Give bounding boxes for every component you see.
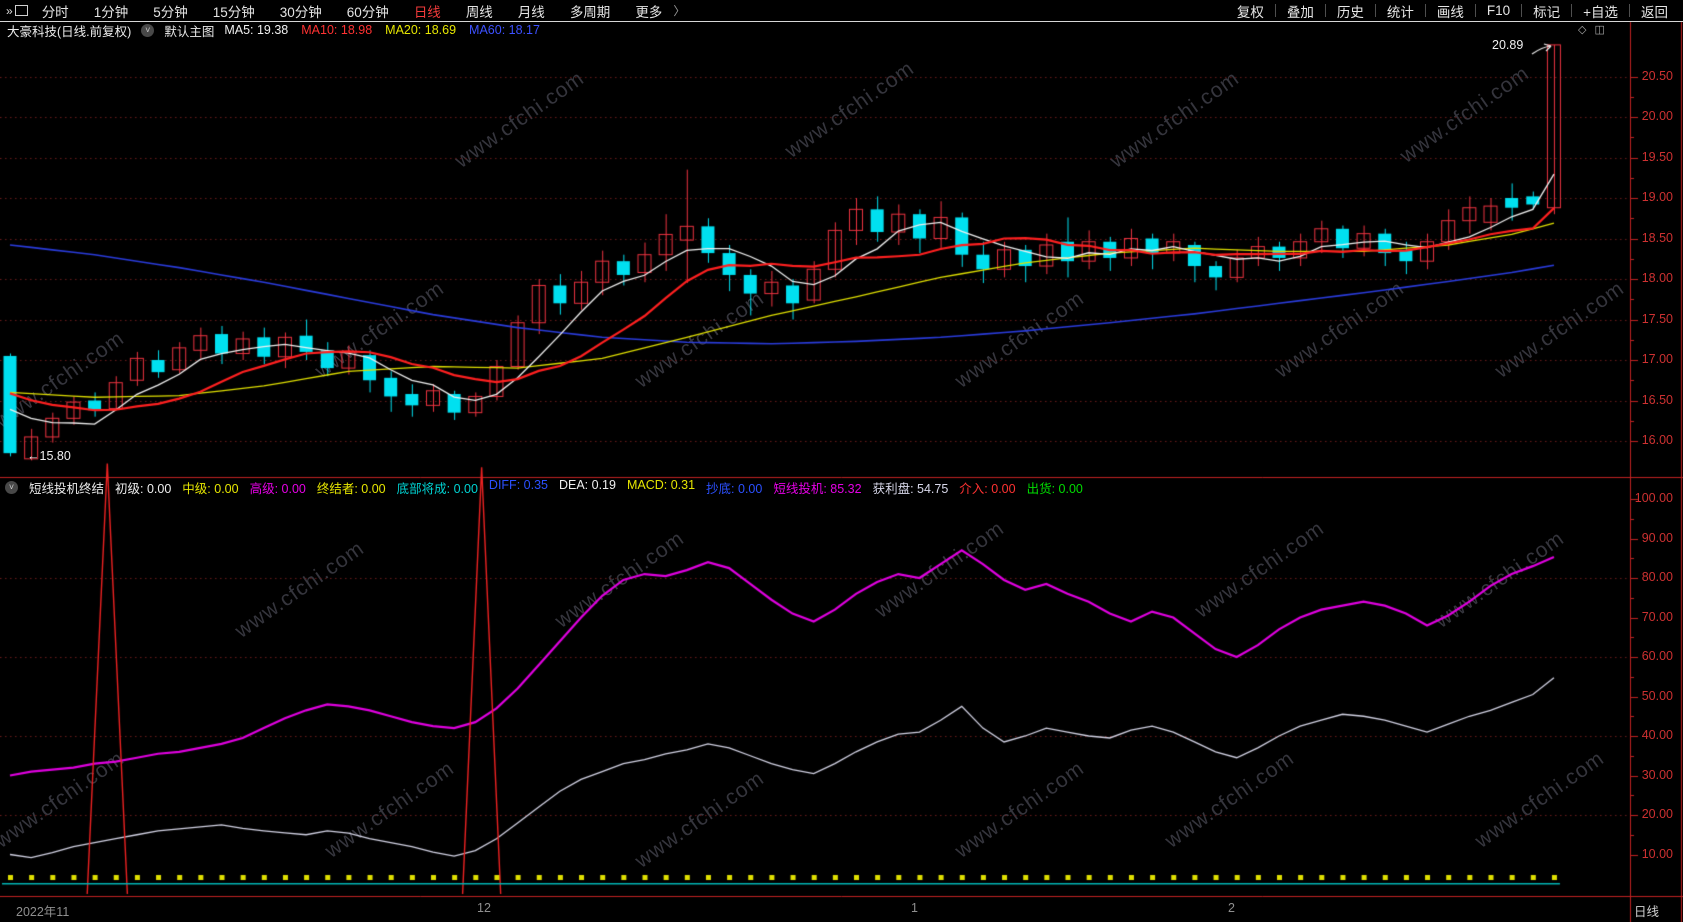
period-tab-月线[interactable]: 月线 [518, 1, 545, 21]
indicator-field: 短线投机: 85.32 [773, 482, 862, 496]
price-axis-label: 20.50 [1641, 68, 1673, 83]
price-axis-label: 20.00 [1641, 109, 1673, 123]
date-label: 12 [477, 901, 491, 915]
indicator-header: ˅ 短线投机终结 初级: 0.00 中级: 0.00 高级: 0.00 终结者: 0.… [5, 478, 1083, 497]
more-chevron-icon: 〉 [673, 4, 686, 18]
period-tab-多周期[interactable]: 多周期 [570, 1, 611, 21]
ma-value: MA5: 19.38 [224, 23, 289, 37]
indicator-field: MACD: 0.31 [626, 478, 696, 492]
indicator-field: 介入: 0.00 [959, 482, 1016, 496]
high-price-annotation: 20.89 [1492, 38, 1524, 52]
chevron-down-icon[interactable]: ˅ [5, 481, 18, 494]
indicator-axis-label: 80.00 [1641, 570, 1673, 584]
price-axis-label: 16.50 [1641, 392, 1673, 407]
indicator-axis-label: 50.00 [1641, 688, 1673, 703]
indicator-axis-label: 30.00 [1641, 767, 1673, 782]
ma-value: MA60: 18.17 [469, 23, 540, 37]
period-tab-60分钟[interactable]: 60分钟 [347, 1, 389, 21]
price-axis-label: 19.50 [1641, 149, 1673, 164]
period-tab-15分钟[interactable]: 15分钟 [213, 1, 255, 21]
ma-value: MA20: 18.69 [385, 23, 457, 37]
indicator-axis-label: 90.00 [1641, 530, 1673, 545]
indicator-axis-label: 20.00 [1641, 807, 1673, 821]
indicator-values: 初级: 0.00 中级: 0.00 高级: 0.00 终结者: 0.00 底部将成: 0… [115, 478, 1083, 497]
toolbar-button-标记[interactable]: 标记 [1522, 1, 1571, 21]
indicator-field: 初级: 0.00 [115, 482, 172, 496]
corner-icon-split-window[interactable]: ◫ [1594, 23, 1604, 36]
toolbar-button-+自选[interactable]: +自选 [1572, 1, 1629, 21]
bottom-period-label[interactable]: 日线 [1634, 901, 1659, 920]
date-label: 2022年11 [16, 905, 70, 919]
period-tab-1分钟[interactable]: 1分钟 [94, 1, 129, 21]
trading-app-window: www.cfchi.comwww.cfchi.comwww.cfchi.comw… [0, 0, 1683, 922]
toolbar-button-统计[interactable]: 统计 [1376, 1, 1425, 21]
period-tab-更多[interactable]: 更多 [635, 1, 662, 21]
indicator-field: DIFF: 0.35 [488, 478, 548, 492]
toolbar-button-返回[interactable]: 返回 [1630, 1, 1679, 21]
period-tab-日线[interactable]: 日线 [414, 1, 441, 21]
indicator-field: 获利盘: 54.75 [872, 482, 949, 496]
chart-subheader: 大豪科技(日线.前复权) ˅ 默认主图 MA5: 19.38 MA10: 18.9… [0, 21, 1587, 40]
price-axis-label: 18.00 [1641, 271, 1673, 285]
price-axis-label: 17.00 [1641, 352, 1673, 366]
date-label: 1 [911, 901, 918, 915]
period-tab-5分钟[interactable]: 5分钟 [153, 1, 188, 21]
indicator-axis-label: 10.00 [1641, 846, 1673, 861]
period-tab-30分钟[interactable]: 30分钟 [280, 1, 322, 21]
main-chart-layout-label[interactable]: 默认主图 [164, 21, 214, 40]
toolbar-button-复权[interactable]: 复权 [1226, 1, 1275, 21]
indicator-axis-label: 70.00 [1641, 609, 1673, 624]
indicator-field: 出货: 0.00 [1026, 482, 1083, 496]
period-tab-分时[interactable]: 分时 [42, 1, 69, 21]
toolbar-right-buttons: 复权 叠加 历史 统计 画线 F10 标记 +自选 返回 [1226, 0, 1683, 21]
indicator-field: 底部将成: 0.00 [396, 482, 478, 496]
axes-layer: 日线 20.50 20.00 19.50 19.00 18.50 18.00 17.50 17… [0, 0, 1683, 922]
indicator-axis-label: 40.00 [1641, 728, 1673, 742]
ma-value: MA10: 18.98 [301, 23, 373, 37]
price-axis-label: 16.00 [1641, 433, 1673, 447]
toolbar-button-F10[interactable]: F10 [1476, 3, 1521, 18]
indicator-field: 抄底: 0.00 [706, 482, 763, 496]
indicator-axis-label: 60.00 [1641, 649, 1673, 663]
period-tab-周线[interactable]: 周线 [466, 1, 493, 21]
ma-values: MA5: 19.38 MA10: 18.98 MA20: 18.69 MA60: 18… [224, 23, 540, 37]
period-tabs: 分时 1分钟 5分钟 15分钟 30分钟 60分钟 日线 周线 月线 多周期 更多〉 [42, 1, 686, 21]
toolbar-button-历史[interactable]: 历史 [1326, 1, 1375, 21]
toolbar-button-叠加[interactable]: 叠加 [1276, 1, 1325, 21]
collapse-panel-icon[interactable]: » [6, 4, 28, 18]
indicator-field: 高级: 0.00 [249, 482, 306, 496]
chevron-down-icon[interactable]: ˅ [141, 23, 155, 37]
indicator-field: 中级: 0.00 [182, 482, 239, 496]
low-price-annotation: ←15.80 [27, 449, 71, 463]
price-axis-label: 19.00 [1641, 190, 1673, 204]
stock-title: 大豪科技(日线.前复权) [7, 24, 132, 39]
date-label: 2 [1228, 901, 1235, 915]
chart-corner-icons: ◇ ◫ [1578, 23, 1605, 36]
indicator-name[interactable]: 短线投机终结 [29, 478, 104, 497]
indicator-axis-label: 100.00 [1634, 491, 1673, 505]
indicator-field: DEA: 0.19 [558, 478, 616, 492]
indicator-field: 终结者: 0.00 [316, 482, 386, 496]
corner-icon-diamond[interactable]: ◇ [1578, 23, 1586, 36]
price-axis-label: 18.50 [1641, 230, 1673, 245]
period-toolbar: » 分时 1分钟 5分钟 15分钟 30分钟 60分钟 日线 周线 月线 多周期 更多〉 复权 叠加历… [0, 0, 1683, 21]
price-axis-label: 17.50 [1641, 311, 1673, 326]
toolbar-button-画线[interactable]: 画线 [1426, 1, 1475, 21]
toolbar-divider [0, 21, 1683, 22]
